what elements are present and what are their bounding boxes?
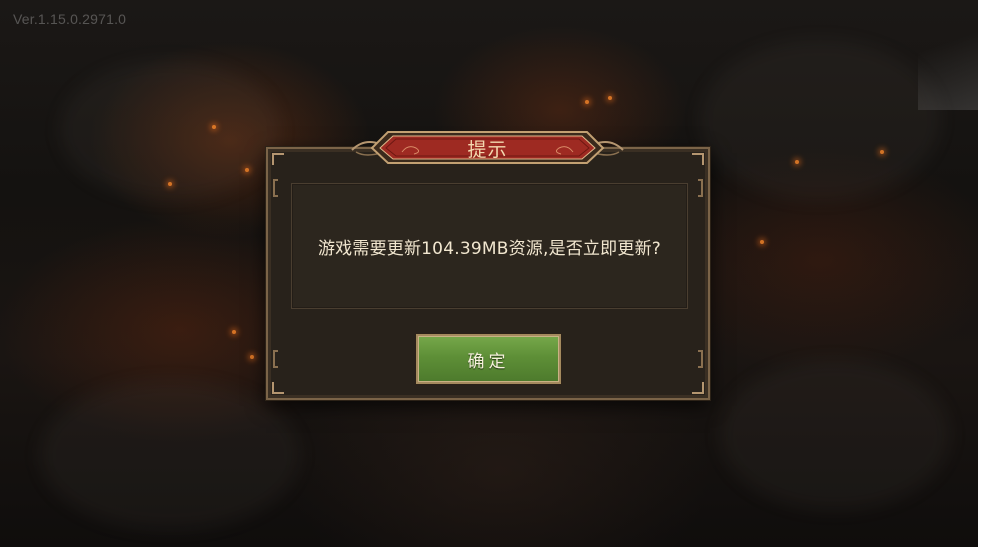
message-panel: 游戏需要更新104.39MB资源,是否立即更新? <box>291 183 688 309</box>
smoke-cloud <box>60 60 280 200</box>
dialog-message: 游戏需要更新104.39MB资源,是否立即更新? <box>317 238 662 259</box>
version-label: Ver.1.15.0.2971.0 <box>13 11 127 27</box>
ember <box>212 125 216 129</box>
frame-side-ornament <box>698 350 703 368</box>
frame-side-ornament <box>698 179 703 197</box>
confirm-button[interactable]: 确定 <box>416 334 561 384</box>
ember <box>760 240 764 244</box>
background-fold <box>918 0 978 110</box>
frame-side-ornament <box>273 350 278 368</box>
smoke-cloud <box>720 360 950 510</box>
dialog-title-banner: 提示 <box>350 128 625 166</box>
smoke-cloud <box>40 380 300 530</box>
ember <box>245 168 249 172</box>
ember <box>880 150 884 154</box>
dialog-title: 提示 <box>467 139 508 161</box>
ember <box>795 160 799 164</box>
confirm-button-label: 确定 <box>467 351 510 372</box>
frame-corner-ornament <box>272 382 284 394</box>
ember <box>232 330 236 334</box>
ember <box>608 96 612 100</box>
ember <box>168 182 172 186</box>
ember <box>250 355 254 359</box>
ember <box>585 100 589 104</box>
smoke-cloud <box>700 40 940 200</box>
frame-corner-ornament <box>272 153 284 165</box>
frame-corner-ornament <box>692 153 704 165</box>
frame-corner-ornament <box>692 382 704 394</box>
screen-edge <box>978 0 982 547</box>
game-background: Ver.1.15.0.2971.0 游戏需要更新104.39MB资源,是否立即更… <box>0 0 982 547</box>
frame-side-ornament <box>273 179 278 197</box>
